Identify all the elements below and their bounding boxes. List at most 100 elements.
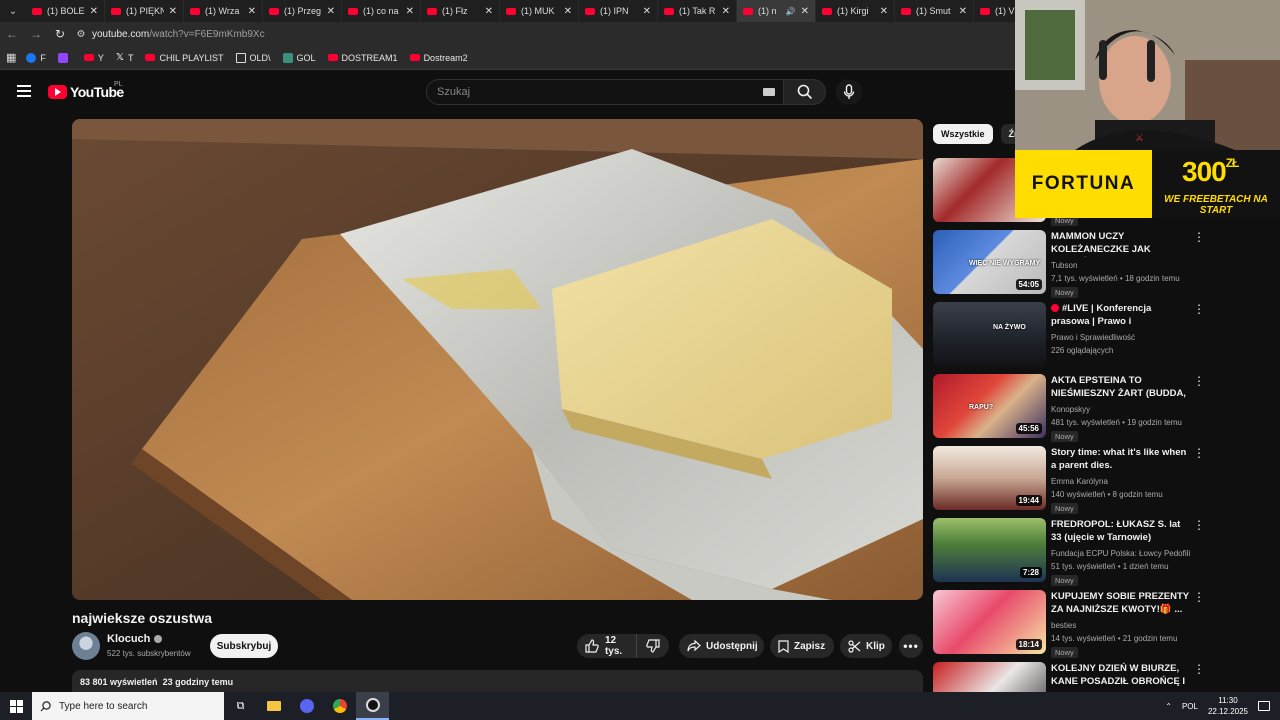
chip-all[interactable]: Wszystkie [933, 124, 993, 144]
browser-tab[interactable]: (1) Kirgi ✕ [816, 0, 895, 22]
subscribe-button[interactable]: Subskrybuj [210, 634, 278, 658]
tray-chevron-icon[interactable]: ⌃ [1165, 702, 1172, 711]
discord-icon[interactable] [290, 692, 323, 720]
tab-search-icon[interactable]: ⌄ [0, 0, 26, 22]
voice-search-button[interactable] [836, 79, 862, 105]
recommended-video[interactable]: 7:28 FREDROPOL: ŁUKASZ S. lat 33 (ujęcie … [933, 518, 1213, 586]
tab-close-icon[interactable]: ✕ [248, 6, 256, 17]
more-vertical-icon[interactable]: ⋮ [1193, 447, 1205, 459]
video-title[interactable]: FREDROPOL: ŁUKASZ S. lat 33 (ujęcie w Ta… [1051, 518, 1189, 544]
recommended-video[interactable]: 19:44 Story time: what it's like when a p… [933, 446, 1213, 514]
search-input[interactable] [437, 86, 757, 98]
browser-tab[interactable]: (1) BOLE ✕ [26, 0, 105, 22]
tab-close-icon[interactable]: ✕ [564, 6, 572, 17]
browser-tab[interactable]: (1) MUK ✕ [500, 0, 579, 22]
video-thumbnail[interactable]: NA ŻYWO [933, 302, 1046, 366]
tab-close-icon[interactable]: ✕ [959, 6, 967, 17]
bookmark-item[interactable]: CHIL PLAYLIST [145, 53, 224, 63]
more-vertical-icon[interactable]: ⋮ [1193, 231, 1205, 243]
bookmark-item[interactable] [57, 52, 72, 63]
video-channel[interactable]: Konopskyy [1051, 405, 1090, 414]
tab-close-icon[interactable]: ✕ [722, 6, 730, 17]
channel-avatar[interactable] [72, 632, 100, 660]
video-title[interactable]: Story time: what it's like when a parent… [1051, 446, 1189, 472]
bookmark-item[interactable]: GOL [282, 52, 316, 63]
task-view-icon[interactable]: ⧉ [224, 692, 257, 720]
browser-tab[interactable]: (1) co na ✕ [342, 0, 421, 22]
video-title[interactable]: KOLEJNY DZIEŃ W BIURZE, KANE POSADZIŁ OB… [1051, 662, 1189, 689]
menu-icon[interactable] [17, 85, 31, 97]
recommended-video[interactable]: RAPU? 45:56 AKTA EPSTEINA TO NIEŚMIESZNY Ż… [933, 374, 1213, 442]
video-title[interactable]: AKTA EPSTEINA TO NIEŚMIESZNY ŻART (BUDDA… [1051, 374, 1189, 401]
video-thumbnail[interactable]: 7:28 [933, 518, 1046, 582]
start-button[interactable] [0, 692, 32, 720]
url-field[interactable]: youtube.com/watch?v=F6E9mKmb9Xc [92, 29, 265, 40]
browser-tab[interactable]: (1) n 🔊 ✕ [737, 0, 816, 22]
tab-close-icon[interactable]: ✕ [327, 6, 335, 17]
video-channel[interactable]: Fundacja ECPU Polska: Łowcy Pedofili [1051, 549, 1190, 558]
more-vertical-icon[interactable]: ⋮ [1193, 375, 1205, 387]
like-button[interactable]: 12 tys. [577, 634, 637, 658]
channel-name[interactable]: Klocuch [107, 633, 150, 645]
recommended-video[interactable]: 18:14 KUPUJEMY SOBIE PREZENTY ZA NAJNIŻSZ… [933, 590, 1213, 658]
tab-close-icon[interactable]: ✕ [485, 6, 493, 17]
video-channel[interactable]: Tubson [1051, 261, 1077, 270]
video-title[interactable]: #LIVE | Konferencja prasowa | Prawo i Sp… [1051, 302, 1189, 329]
forward-icon[interactable]: → [24, 27, 48, 41]
channel-name-row[interactable]: Klocuch [107, 633, 163, 645]
more-vertical-icon[interactable]: ⋮ [1193, 591, 1205, 603]
description-box[interactable]: 83 801 wyświetleń 23 godziny temu [72, 670, 923, 692]
notifications-icon[interactable] [1258, 701, 1270, 711]
dislike-button[interactable] [637, 634, 669, 658]
browser-tab[interactable]: (1) Wrza ✕ [184, 0, 263, 22]
language-indicator[interactable]: POL [1182, 702, 1198, 711]
video-title[interactable]: KUPUJEMY SOBIE PREZENTY ZA NAJNIŻSZE KWO… [1051, 590, 1189, 616]
recommended-video[interactable]: NA ŻYWO #LIVE | Konferencja prasowa | Pra… [933, 302, 1213, 366]
tab-close-icon[interactable]: ✕ [801, 6, 809, 17]
more-vertical-icon[interactable]: ⋮ [1193, 519, 1205, 531]
more-actions-button[interactable]: ••• [899, 634, 923, 658]
browser-tab[interactable]: (1) Smut ✕ [895, 0, 974, 22]
video-player[interactable] [72, 119, 923, 600]
obs-icon[interactable] [356, 692, 389, 720]
tab-close-icon[interactable]: ✕ [643, 6, 651, 17]
video-channel[interactable]: Prawo i Sprawiedliwość [1051, 333, 1135, 342]
video-thumbnail[interactable]: RAPU? 45:56 [933, 374, 1046, 438]
youtube-logo[interactable]: YouTube PL [48, 81, 124, 100]
chrome-icon[interactable] [323, 692, 356, 720]
browser-tab[interactable]: (1) IPN ✕ [579, 0, 658, 22]
bookmark-item[interactable]: Dostream2 [409, 53, 468, 63]
search-button[interactable] [784, 79, 826, 105]
recommended-video[interactable]: WIĘC NIE WYGRAMY 54:05 MAMMON UCZY KOLEŻAN… [933, 230, 1213, 298]
bookmark-item[interactable]: Y [83, 53, 104, 63]
back-icon[interactable]: ← [0, 27, 24, 41]
video-thumbnail[interactable]: 19:44 [933, 446, 1046, 510]
site-info-icon[interactable]: ⚙ [72, 29, 90, 40]
video-thumbnail[interactable]: 18:14 [933, 590, 1046, 654]
bookmark-item[interactable]: DOSTREAM1 [327, 53, 398, 63]
video-channel[interactable]: Emma Karólyna [1051, 477, 1108, 486]
apps-grid-icon[interactable]: ▦ [6, 51, 16, 64]
video-title[interactable]: MAMMON UCZY KOLEŻANECZKE JAK WYGAĆ ... [1051, 230, 1189, 257]
keyboard-icon[interactable] [763, 88, 775, 96]
browser-tab[interactable]: (1) Fłz ✕ [421, 0, 500, 22]
file-explorer-icon[interactable] [257, 692, 290, 720]
video-channel[interactable]: besties [1051, 621, 1076, 630]
clip-button[interactable]: Klip [840, 634, 892, 658]
tab-close-icon[interactable]: ✕ [880, 6, 888, 17]
bookmark-item[interactable]: OLD\ [235, 52, 271, 63]
more-vertical-icon[interactable]: ⋮ [1193, 663, 1205, 675]
browser-tab[interactable]: (1) Tak R ✕ [658, 0, 737, 22]
tab-close-icon[interactable]: ✕ [406, 6, 414, 17]
video-thumbnail[interactable]: WIĘC NIE WYGRAMY 54:05 [933, 230, 1046, 294]
save-button[interactable]: Zapisz [770, 634, 834, 658]
more-vertical-icon[interactable]: ⋮ [1193, 303, 1205, 315]
bookmark-item[interactable]: 𝕏T [116, 52, 134, 63]
bookmark-item[interactable]: F [26, 52, 46, 63]
audio-playing-icon[interactable]: 🔊 [786, 7, 796, 16]
share-button[interactable]: Udostępnij [679, 634, 764, 658]
clock[interactable]: 11:30 22.12.2025 [1208, 695, 1248, 717]
taskbar-search-input[interactable] [59, 700, 209, 712]
tab-close-icon[interactable]: ✕ [90, 6, 98, 17]
browser-tab[interactable]: (1) Przeg ✕ [263, 0, 342, 22]
